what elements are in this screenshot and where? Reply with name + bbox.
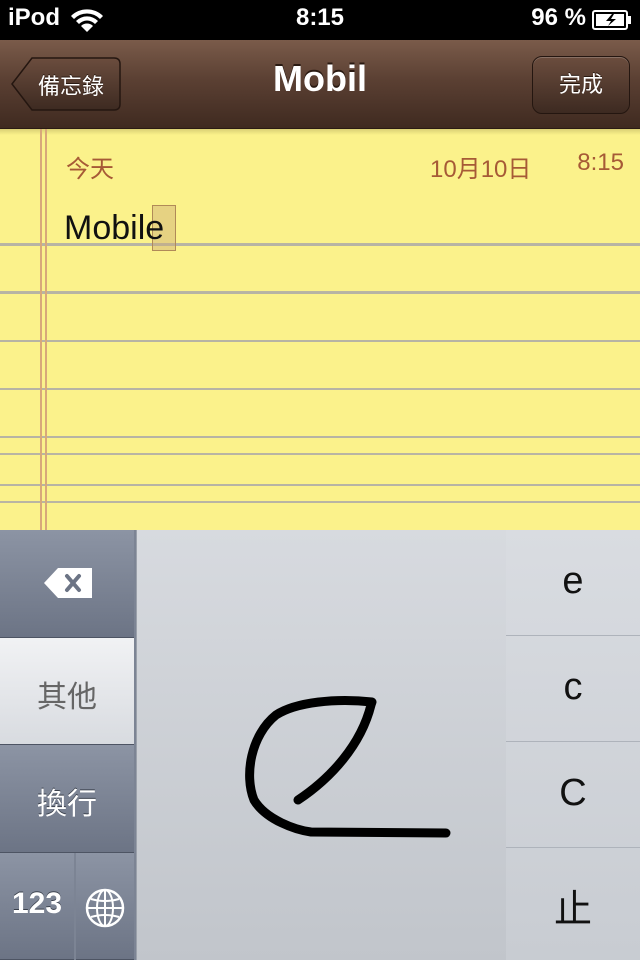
candidate-item[interactable]: e (506, 530, 640, 636)
candidate-list: e c C 止 (506, 530, 640, 960)
other-key-label: 其他 (37, 681, 97, 714)
status-bar: iPod 8:15 96 % (0, 0, 640, 40)
navigation-bar: 備忘錄 Mobil 完成 (0, 40, 640, 129)
handwriting-input-area[interactable] (136, 530, 506, 960)
delete-key[interactable] (0, 530, 134, 638)
delete-icon (44, 568, 92, 598)
return-key[interactable]: 換行 (0, 745, 134, 853)
handwritten-stroke (245, 696, 451, 838)
done-button[interactable]: 完成 (532, 56, 630, 114)
candidate-item[interactable]: 止 (506, 848, 640, 960)
note-time: 8:15 (577, 149, 624, 176)
other-key[interactable]: 其他 (0, 638, 134, 745)
numbers-key[interactable]: 123 (0, 853, 74, 960)
margin-line (45, 129, 47, 530)
paper-top-shadow (0, 129, 640, 135)
globe-icon (85, 888, 125, 928)
ruled-lines (0, 244, 640, 486)
candidate-item[interactable]: c (506, 636, 640, 742)
note-text[interactable]: Mobile (64, 209, 164, 248)
note-date: 10月10日 (430, 156, 532, 183)
return-key-label: 換行 (37, 788, 97, 821)
margin-line (40, 129, 42, 530)
note-day: 今天 (66, 156, 114, 183)
battery-percent: 96 % (531, 4, 586, 31)
handwriting-keyboard: 其他 換行 123 e c C 止 (0, 530, 640, 960)
note-paper[interactable]: 今天 10月10日 8:15 Mobile (0, 129, 640, 530)
battery-icon (592, 10, 631, 30)
numbers-key-label: 123 (11, 887, 63, 920)
candidate-item[interactable]: C (506, 742, 640, 848)
globe-key[interactable] (76, 853, 134, 960)
keyboard-function-keys: 其他 換行 123 (0, 530, 136, 960)
